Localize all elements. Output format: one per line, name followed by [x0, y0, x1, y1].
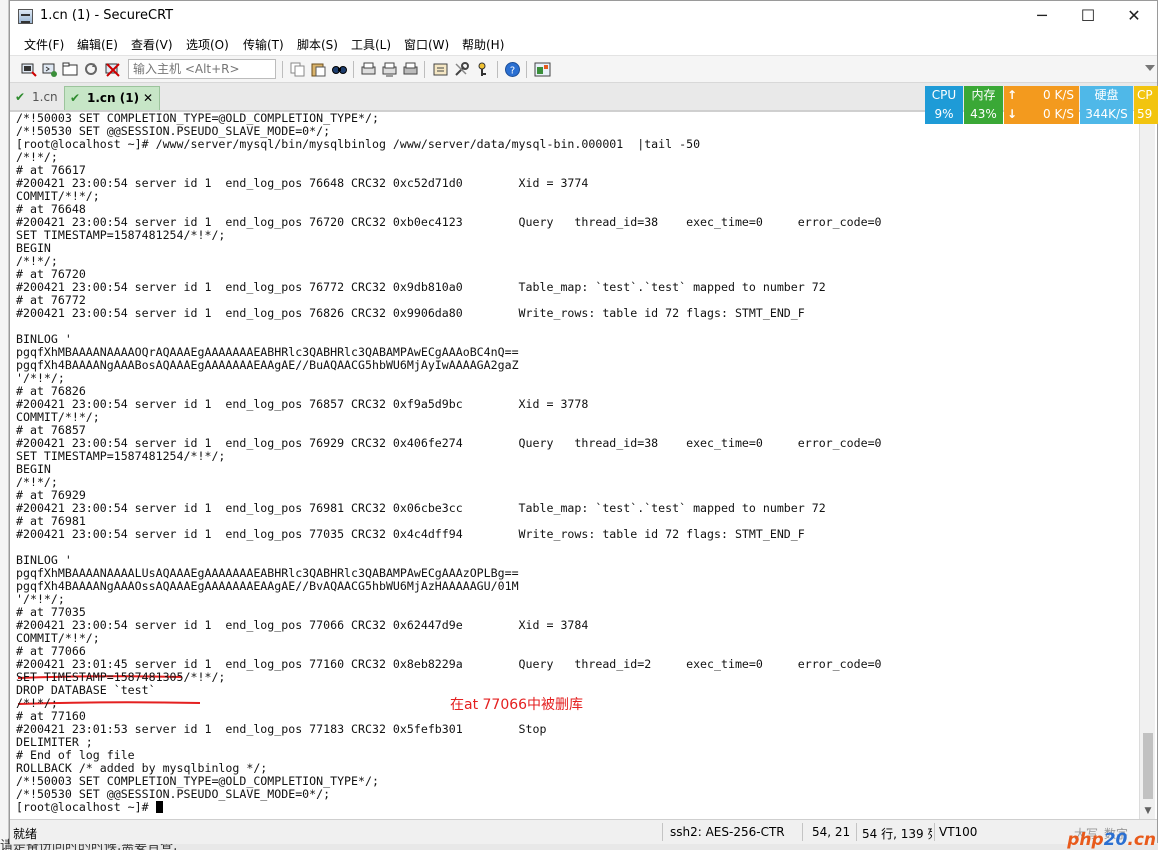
cpu-label: CPU [925, 86, 963, 105]
cpu-temp-value: 59 [1134, 105, 1158, 124]
system-monitor-widget: CPU 9% 内存 43% ↑ 0 K/S ↓ 0 K/S 硬盘 344K/S … [925, 86, 1158, 124]
status-divider [662, 823, 663, 841]
disk-value: 344K/S [1080, 105, 1133, 124]
toolbar-separator [353, 61, 354, 78]
connected-check-icon: ✔ [70, 91, 81, 105]
menu-view[interactable]: 查看(V) [131, 36, 173, 53]
terminal-line: #200421 23:00:54 server id 1 end_log_pos… [16, 618, 589, 632]
menu-script[interactable]: 脚本(S) [297, 36, 338, 53]
menu-file[interactable]: 文件(F) [24, 36, 64, 53]
terminal-output[interactable]: 在at 77066中被删库 /*!50003 SET COMPLETION_TY… [10, 111, 1128, 819]
status-bar: 就绪 ssh2: AES-256-CTR 54, 21 54 行, 139 列 … [10, 819, 1157, 844]
svg-text:?: ? [510, 66, 515, 77]
download-arrow-icon: ↓ [1007, 107, 1018, 121]
toolbar-separator [526, 61, 527, 78]
background-window-edge [0, 0, 9, 850]
title-bar: 1.cn (1) - SecureCRT ─ ☐ ✕ [10, 1, 1157, 33]
tab-1cn-1[interactable]: ✔ 1.cn (1) ✕ [64, 86, 160, 110]
toolbar-separator [424, 61, 425, 78]
securecrt-app-icon [18, 9, 33, 24]
help-icon[interactable]: ? [504, 61, 521, 78]
tab-label: 1.cn (1) [87, 91, 140, 105]
maximize-button[interactable]: ☐ [1065, 1, 1111, 33]
menu-edit[interactable]: 编辑(E) [77, 36, 118, 53]
terminal-line: #200421 23:00:54 server id 1 end_log_pos… [16, 527, 805, 541]
download-speed-value: 0 K/S [1043, 107, 1074, 121]
download-speed: ↓ 0 K/S [1004, 105, 1079, 124]
status-emulation: VT100 [939, 825, 978, 839]
find-icon[interactable] [331, 61, 348, 78]
upload-arrow-icon: ↑ [1007, 88, 1018, 102]
copy-icon[interactable] [289, 61, 306, 78]
menu-help[interactable]: 帮助(H) [462, 36, 504, 53]
toolbar-overflow-arrow[interactable] [1145, 65, 1155, 71]
scrollbar-thumb[interactable] [1143, 733, 1153, 799]
terminal-line: #200421 23:00:54 server id 1 end_log_pos… [16, 280, 826, 294]
global-options-icon[interactable] [453, 61, 470, 78]
cpu-value: 9% [925, 105, 963, 124]
window-title: 1.cn (1) - SecureCRT [40, 8, 174, 23]
terminal-cursor [155, 801, 163, 813]
status-encryption: ssh2: AES-256-CTR [670, 825, 785, 839]
scroll-down-arrow-icon[interactable]: ▼ [1140, 803, 1156, 819]
terminal-line: #200421 23:00:54 server id 1 end_log_pos… [16, 176, 589, 190]
key-agent-icon[interactable] [474, 61, 491, 78]
status-divider [934, 823, 935, 841]
disconnect-icon[interactable] [104, 61, 121, 78]
terminal-line: #200421 23:00:54 server id 1 end_log_pos… [16, 501, 826, 515]
upload-speed: ↑ 0 K/S [1004, 86, 1079, 105]
close-button[interactable]: ✕ [1111, 1, 1157, 33]
disk-label: 硬盘 [1080, 86, 1133, 105]
print-icon[interactable] [402, 61, 419, 78]
connect-icon[interactable] [20, 61, 37, 78]
toolbar-separator [282, 61, 283, 78]
print-selection-icon[interactable] [381, 61, 398, 78]
terminal-line: #200421 23:00:54 server id 1 end_log_pos… [16, 397, 589, 411]
status-divider [802, 823, 803, 841]
screenshot-icon[interactable] [534, 61, 551, 78]
session-options-icon[interactable] [432, 61, 449, 78]
tab-1cn[interactable]: ✔ 1.cn [10, 86, 62, 110]
menu-transfer[interactable]: 传输(T) [243, 36, 284, 53]
connected-check-icon: ✔ [15, 90, 26, 104]
menu-options[interactable]: 选项(O) [186, 36, 229, 53]
menu-window[interactable]: 窗口(W) [404, 36, 449, 53]
upload-speed-value: 0 K/S [1043, 88, 1074, 102]
host-input[interactable] [128, 59, 276, 79]
terminal-line: pgqfXh4BAAAANgAAAOssAQAAAEgAAAAAAAEAAgAE… [16, 579, 519, 593]
terminal-line: #200421 23:00:54 server id 1 end_log_pos… [16, 306, 805, 320]
status-ready: 就绪 [13, 827, 38, 841]
tab-close-icon[interactable]: ✕ [143, 87, 153, 109]
tab-label: 1.cn [32, 90, 58, 104]
quick-connect-icon[interactable] [41, 61, 58, 78]
reconnect-icon[interactable] [83, 61, 100, 78]
terminal-line: #200421 23:01:53 server id 1 end_log_pos… [16, 722, 547, 736]
terminal-line: [root@localhost ~]# [16, 801, 163, 814]
status-cursor-position: 54, 21 [812, 825, 851, 839]
cpu-temp-label: CP [1134, 86, 1158, 105]
print-setup-icon[interactable] [360, 61, 377, 78]
status-terminal-size: 54 行, 139 列 [862, 827, 932, 841]
red-annotation-text: 在at 77066中被删库 [450, 697, 584, 713]
terminal-line: [root@localhost ~]# /www/server/mysql/bi… [16, 137, 701, 151]
toolbar: ? [10, 55, 1157, 83]
memory-value: 43% [964, 105, 1003, 124]
paste-icon[interactable] [310, 61, 327, 78]
terminal-line: pgqfXh4BAAAANgAAABosAQAAAEgAAAAAAAEAAgAE… [16, 358, 519, 372]
status-divider [856, 823, 857, 841]
toolbar-separator [497, 61, 498, 78]
minimize-button[interactable]: ─ [1019, 1, 1065, 33]
terminal-scrollbar[interactable]: ▲ ▼ [1139, 111, 1155, 819]
menu-tools[interactable]: 工具(L) [351, 36, 391, 53]
site-watermark: php20.cn [1067, 830, 1156, 850]
memory-label: 内存 [964, 86, 1003, 105]
connect-in-tab-icon[interactable] [62, 61, 79, 78]
securecrt-window: 1.cn (1) - SecureCRT ─ ☐ ✕ 文件(F) 编辑(E) 查… [9, 0, 1158, 844]
menu-bar: 文件(F) 编辑(E) 查看(V) 选项(O) 传输(T) 脚本(S) 工具(L… [10, 33, 1157, 55]
